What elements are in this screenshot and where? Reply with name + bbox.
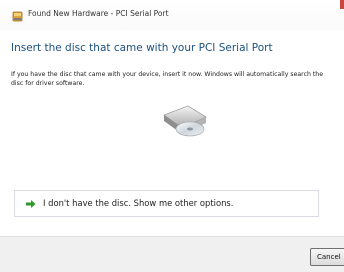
hardware-icon — [12, 11, 23, 22]
instruction-text: If you have the disc that came with your… — [11, 71, 324, 87]
no-disc-option-label: I don't have the disc. Show me other opt… — [43, 198, 234, 208]
cancel-button[interactable]: Cancel — [310, 248, 344, 266]
title-bar: Found New Hardware - PCI Serial Port — [0, 0, 344, 30]
green-arrow-icon — [26, 200, 36, 208]
close-button[interactable] — [340, 0, 344, 9]
disc-drive-image — [163, 105, 207, 137]
footer-bar — [0, 236, 344, 272]
window-title: Found New Hardware - PCI Serial Port — [28, 9, 169, 18]
page-heading: Insert the disc that came with your PCI … — [11, 42, 273, 54]
no-disc-option[interactable]: I don't have the disc. Show me other opt… — [14, 190, 319, 217]
